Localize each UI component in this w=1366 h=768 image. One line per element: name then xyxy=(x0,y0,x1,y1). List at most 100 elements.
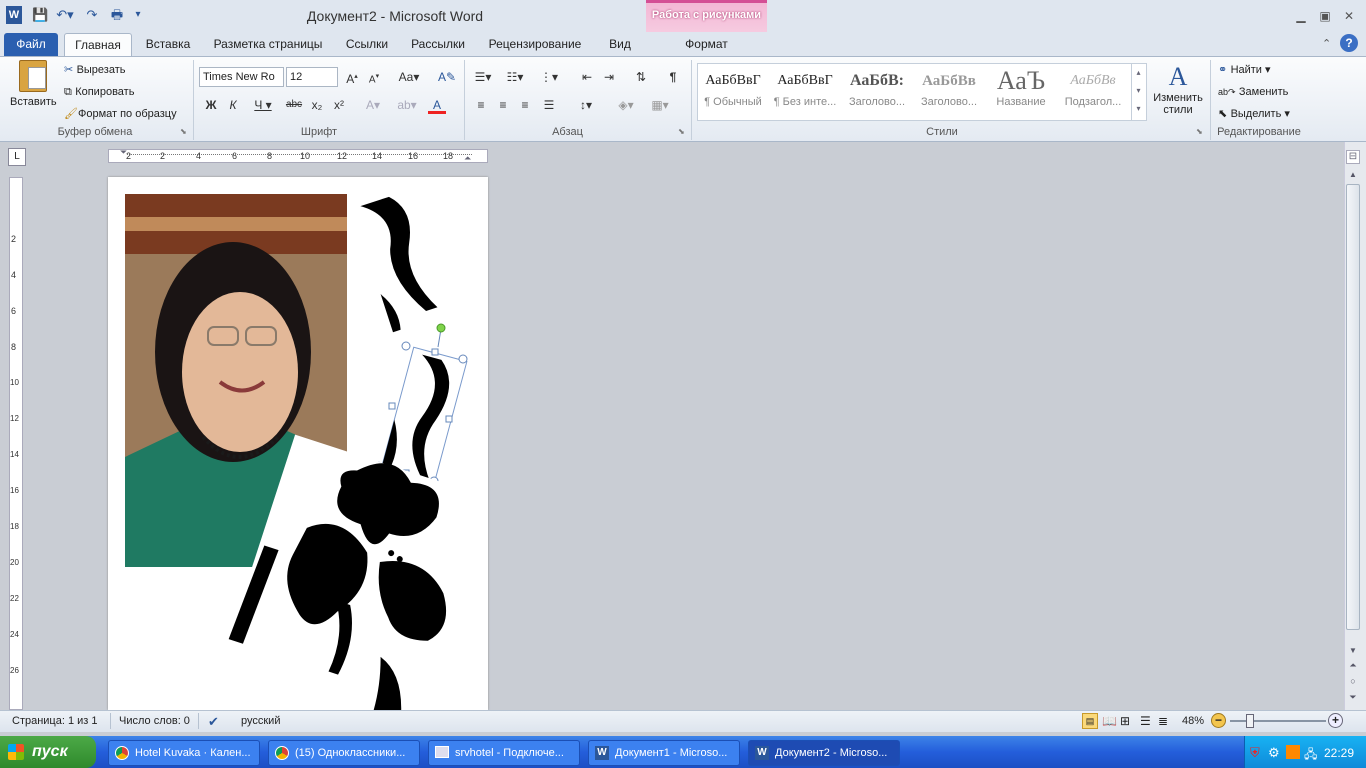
tab-view[interactable]: Вид xyxy=(598,33,642,57)
print-layout-icon[interactable]: ▤ xyxy=(1082,713,1098,729)
antivirus-icon[interactable]: ⛨ xyxy=(1250,745,1260,761)
help-icon[interactable]: ? xyxy=(1340,34,1358,52)
styles-scroll[interactable]: ▴ ▾ ▾ xyxy=(1131,64,1145,120)
web-layout-icon[interactable]: ⊞ xyxy=(1120,714,1130,728)
minimize-button[interactable]: ▁ xyxy=(1290,8,1312,24)
word-count[interactable]: Число слов: 0 xyxy=(119,715,190,727)
tab-insert[interactable]: Вставка xyxy=(138,33,198,57)
zoom-slider-thumb[interactable] xyxy=(1246,714,1255,728)
iris-strip-selected[interactable] xyxy=(380,346,468,486)
justify-icon[interactable]: ☰ xyxy=(540,96,558,114)
tab-review[interactable]: Рецензирование xyxy=(480,33,590,57)
tray-app-icon[interactable]: ⚙ xyxy=(1268,745,1280,761)
style-heading-2[interactable]: АаБбВв Заголово... xyxy=(916,66,982,116)
tab-file[interactable]: Файл xyxy=(4,33,58,56)
style-subtitle[interactable]: АаБбВв Подзагол... xyxy=(1060,66,1126,116)
find-button[interactable]: ⚭ Найти ▾ xyxy=(1218,62,1271,76)
style-normal[interactable]: АаБбВвГ ¶ Обычный xyxy=(700,66,766,116)
bullets-icon[interactable]: ☰▾ xyxy=(472,68,494,86)
zoom-level[interactable]: 48% xyxy=(1182,715,1204,727)
underline-icon[interactable]: Ч ▾ xyxy=(248,96,278,114)
highlight-icon[interactable]: ab▾ xyxy=(394,96,420,114)
change-case-icon[interactable]: Aa▾ xyxy=(396,68,422,86)
format-painter-button[interactable]: 🖌Формат по образцу xyxy=(64,106,177,122)
collapse-ribbon-icon[interactable]: ⌃ xyxy=(1322,37,1331,50)
previous-page-icon[interactable]: ⏶ xyxy=(1346,660,1360,674)
paragraph-launcher-icon[interactable]: ⬊ xyxy=(678,127,685,136)
network-icon[interactable]: 🖧 xyxy=(1304,745,1317,766)
tab-page-layout[interactable]: Разметка страницы xyxy=(206,33,330,57)
clipboard-launcher-icon[interactable]: ⬊ xyxy=(180,127,187,136)
iris-strip-top[interactable] xyxy=(351,185,449,333)
italic-icon[interactable]: К xyxy=(224,96,242,114)
cut-button[interactable]: ✂ Вырезать xyxy=(64,62,126,78)
tab-mailings[interactable]: Рассылки xyxy=(404,33,472,57)
align-right-icon[interactable]: ≡ xyxy=(516,96,534,114)
full-screen-reading-icon[interactable]: 📖 xyxy=(1102,714,1117,728)
document-page[interactable] xyxy=(108,177,488,710)
subscript-icon[interactable]: x₂ xyxy=(308,96,326,114)
styles-launcher-icon[interactable]: ⬊ xyxy=(1196,127,1203,136)
clear-formatting-icon[interactable]: A✎ xyxy=(438,68,456,86)
zoom-slider-track[interactable] xyxy=(1230,720,1326,722)
start-button[interactable]: пуск xyxy=(0,736,96,768)
change-styles-button[interactable]: A Изменить стили xyxy=(1150,62,1206,122)
font-size-combo[interactable]: 12 xyxy=(286,67,338,87)
paste-button[interactable]: Вставить xyxy=(10,60,57,118)
tab-home[interactable]: Главная xyxy=(64,33,132,57)
taskbar-item-chrome-1[interactable]: Hotel Kuvaka · Кален... xyxy=(108,740,260,766)
zoom-out-icon[interactable]: − xyxy=(1211,713,1226,728)
find-label: Найти xyxy=(1230,64,1262,76)
select-button[interactable]: ⬉ Выделить ▾ xyxy=(1218,106,1290,120)
font-name-combo[interactable]: Times New Ro xyxy=(199,67,284,87)
next-page-icon[interactable]: ⏷ xyxy=(1346,692,1360,706)
proofing-icon[interactable]: ✔ xyxy=(208,714,219,730)
zoom-in-icon[interactable]: + xyxy=(1328,713,1343,728)
copy-button[interactable]: ⧉ Копировать xyxy=(64,84,134,100)
borders-icon[interactable]: ▦▾ xyxy=(648,96,672,114)
language-indicator[interactable]: русский xyxy=(241,715,280,727)
increase-indent-icon[interactable]: ⇥ xyxy=(600,68,618,86)
taskbar-item-remote-desktop[interactable]: srvhotel - Подключе... xyxy=(428,740,580,766)
style-sample: АаБбВвГ xyxy=(777,73,833,88)
style-heading-1[interactable]: АаБбВ: Заголово... xyxy=(844,66,910,116)
tab-format[interactable]: Формат xyxy=(646,33,767,57)
taskbar-item-chrome-2[interactable]: (15) Одноклассники... xyxy=(268,740,420,766)
tab-references[interactable]: Ссылки xyxy=(338,33,396,57)
draft-view-icon[interactable]: ≣ xyxy=(1158,714,1168,728)
shrink-font-icon[interactable]: A▾ xyxy=(365,68,383,86)
scroll-up-icon[interactable]: ▲ xyxy=(1346,168,1360,182)
align-left-icon[interactable]: ≡ xyxy=(472,96,490,114)
bold-icon[interactable]: Ж xyxy=(202,96,220,114)
text-effects-icon[interactable]: A▾ xyxy=(364,96,382,114)
style-title[interactable]: АаЪ Название xyxy=(988,66,1054,116)
taskbar-item-word-doc2[interactable]: W Документ2 - Microso... xyxy=(748,740,900,766)
outline-view-icon[interactable]: ☰ xyxy=(1140,714,1151,728)
decrease-indent-icon[interactable]: ⇤ xyxy=(578,68,596,86)
numbering-icon[interactable]: ☷▾ xyxy=(504,68,526,86)
align-center-icon[interactable]: ≡ xyxy=(494,96,512,114)
strikethrough-icon[interactable]: abc xyxy=(284,96,304,114)
grow-font-icon[interactable]: A▴ xyxy=(343,68,361,86)
taskbar-item-word-doc1[interactable]: W Документ1 - Microso... xyxy=(588,740,740,766)
superscript-icon[interactable]: x² xyxy=(330,96,348,114)
multilevel-list-icon[interactable]: ⋮▾ xyxy=(538,68,560,86)
close-button[interactable]: ✕ xyxy=(1338,8,1360,24)
font-color-icon[interactable]: A xyxy=(428,96,446,114)
maximize-button[interactable]: ▣ xyxy=(1314,8,1336,24)
replace-button[interactable]: ab↷ Заменить xyxy=(1218,84,1288,98)
shading-icon[interactable]: ◈▾ xyxy=(614,96,638,114)
scroll-thumb[interactable] xyxy=(1346,184,1360,630)
scroll-down-icon[interactable]: ▼ xyxy=(1346,644,1360,658)
right-indent-marker-icon[interactable]: ⏶ xyxy=(464,153,471,164)
ruler-toggle-icon[interactable]: ⊟ xyxy=(1346,150,1360,164)
page-count[interactable]: Страница: 1 из 1 xyxy=(12,715,98,727)
tab-selector-icon[interactable]: L xyxy=(8,148,26,166)
show-formatting-icon[interactable]: ¶ xyxy=(664,68,682,86)
line-spacing-icon[interactable]: ↕▾ xyxy=(574,96,598,114)
browse-object-icon[interactable]: ○ xyxy=(1346,676,1360,690)
indent-marker-icon[interactable]: ⏷ xyxy=(120,147,127,158)
style-no-spacing[interactable]: АаБбВвГ ¶ Без инте... xyxy=(772,66,838,116)
sort-icon[interactable]: ⇅ xyxy=(632,68,650,86)
tray-flash-icon[interactable] xyxy=(1286,745,1300,759)
